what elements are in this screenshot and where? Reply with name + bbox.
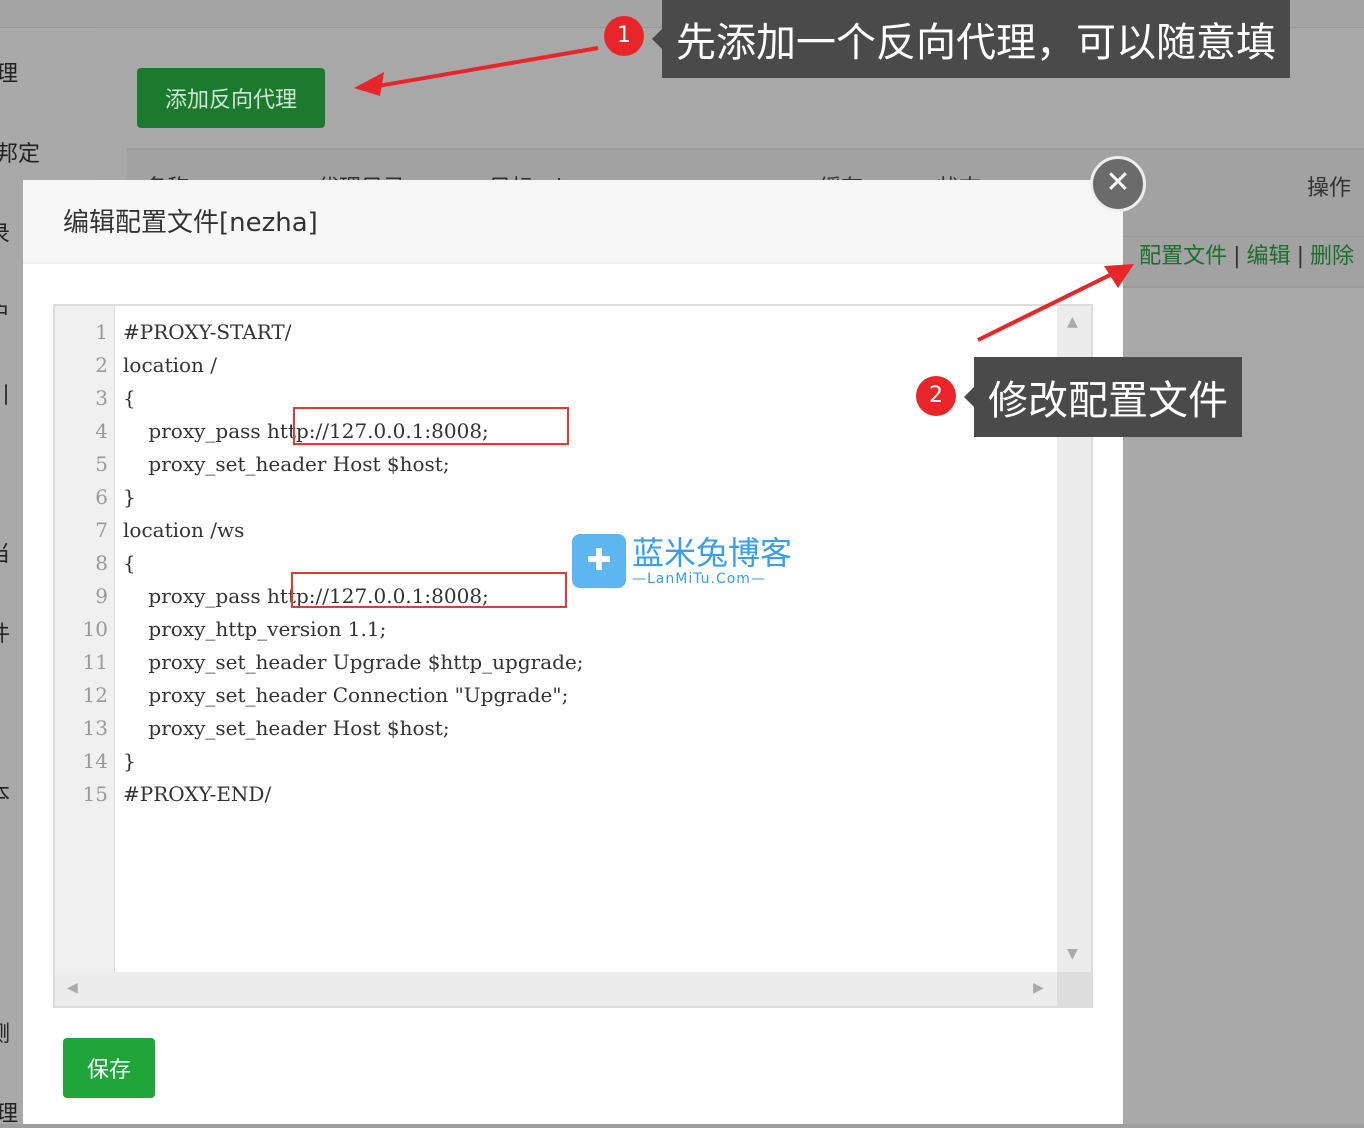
annotation-arrows	[354, 46, 1134, 342]
annotation-tooltip-1: 先添加一个反向代理，可以随意填	[652, 0, 1290, 78]
arrow-1	[377, 46, 599, 88]
annotation-badge-1: 1	[604, 16, 644, 56]
annotation-tooltip-2: 修改配置文件	[964, 357, 1242, 437]
annotation-badge-2: 2	[916, 376, 956, 416]
arrow-1-head	[354, 72, 384, 96]
arrow-2	[977, 272, 1113, 342]
